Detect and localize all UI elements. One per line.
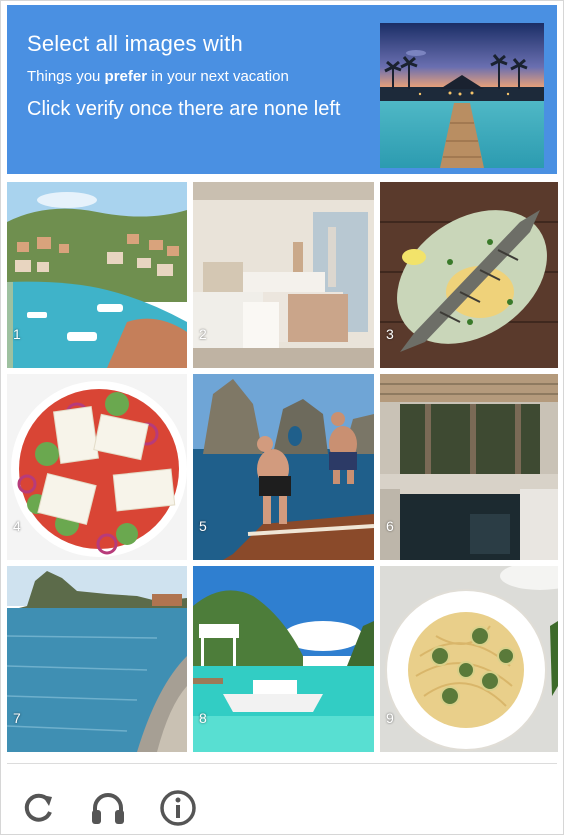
image-tile-3[interactable]: 3 (380, 182, 558, 368)
challenge-instruction: Click verify once there are none left (27, 98, 341, 120)
tile-number: 2 (199, 326, 207, 342)
image-tile-7[interactable]: 7 (7, 566, 187, 752)
example-image (380, 23, 544, 168)
challenge-title: Select all images with (27, 31, 243, 56)
image-tile-9[interactable]: 9 (380, 566, 558, 752)
challenge-subtitle: Things you prefer in your next vacation (27, 68, 289, 85)
image-tile-4[interactable]: 4 (7, 374, 187, 560)
tile-number: 9 (386, 710, 394, 726)
tile-number: 6 (386, 518, 394, 534)
tile-number: 4 (13, 518, 21, 534)
tile-number: 5 (199, 518, 207, 534)
challenge-header: Select all images with Things you prefer… (7, 5, 557, 174)
headphones-icon[interactable] (88, 788, 128, 828)
tile-number: 7 (13, 710, 21, 726)
image-tile-6[interactable]: 6 (380, 374, 558, 560)
image-tile-5[interactable]: 5 (193, 374, 374, 560)
info-icon[interactable] (158, 788, 198, 828)
image-tile-1[interactable]: 1 (7, 182, 187, 368)
image-tile-8[interactable]: 8 (193, 566, 374, 752)
footer-divider (7, 763, 557, 764)
tile-number: 1 (13, 326, 21, 342)
image-tile-2[interactable]: 2 (193, 182, 374, 368)
refresh-icon[interactable] (18, 788, 58, 828)
tile-number: 3 (386, 326, 394, 342)
tile-number: 8 (199, 710, 207, 726)
